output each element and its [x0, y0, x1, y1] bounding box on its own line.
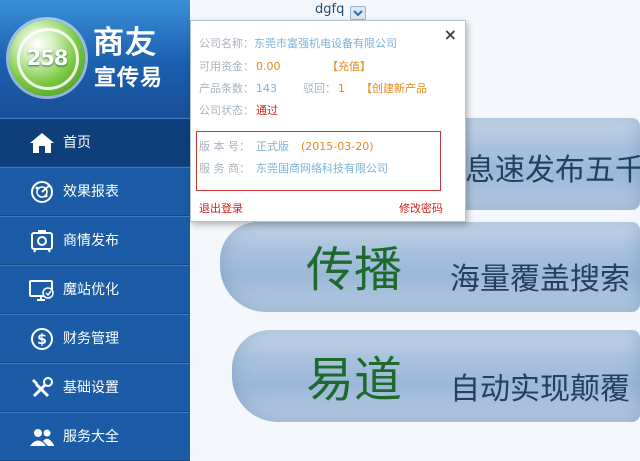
sidebar-item-home[interactable]: 首页 — [0, 118, 190, 167]
sidebar-item-label: 基础设置 — [63, 380, 119, 396]
company-value: 东莞市富强机电设备有限公司 — [254, 37, 397, 50]
banner-headline: 传播 — [306, 242, 403, 298]
status-row: 公司状态： 通过 — [199, 104, 278, 118]
service-row: 服 务 商： 东莞国商网络科技有限公司 — [199, 162, 388, 176]
sidebar-item-settings[interactable]: 基础设置 — [0, 363, 190, 412]
logout-link[interactable]: 退出登录 — [199, 202, 243, 216]
service-label: 服 务 商： — [199, 162, 250, 175]
sidebar-item-reports[interactable]: 效果报表 — [0, 167, 190, 216]
products-row: 产品条数： 143 — [199, 82, 277, 96]
company-label: 公司名称： — [199, 37, 254, 50]
funds-value: 0.00 — [256, 60, 281, 73]
rejected-value: 1 — [338, 82, 345, 95]
service-value: 东莞国商网络科技有限公司 — [256, 162, 388, 175]
logo-subtitle: 宣传易 — [94, 65, 164, 91]
logo-number: 258 — [26, 46, 69, 70]
logo-title: 商友 — [93, 25, 157, 61]
brand-logo[interactable]: 258 商友 宣传易 — [0, 0, 190, 117]
banner-headline: 易道 — [306, 352, 403, 408]
banner-slogan: 息速发布五千 — [465, 153, 640, 188]
status-value: 通过 — [256, 104, 278, 117]
recharge-link[interactable]: 【充值】 — [327, 60, 371, 74]
company-row: 公司名称：东莞市富强机电设备有限公司 — [199, 37, 397, 51]
status-label: 公司状态： — [199, 104, 254, 117]
funds-label: 可用资金： — [199, 60, 254, 73]
users-icon — [30, 429, 54, 446]
rejected-label: 驳回： — [303, 82, 336, 95]
sidebar-item-services[interactable]: 服务大全 — [0, 412, 190, 461]
username-label[interactable]: dgfq — [315, 2, 344, 17]
version-value: 正式版 — [256, 140, 289, 153]
sidebar-item-label: 首页 — [63, 135, 91, 151]
funds-row: 可用资金： 0.00 — [199, 60, 281, 74]
sidebar-item-publish[interactable]: 商情发布 — [0, 216, 190, 265]
products-value: 143 — [256, 82, 277, 95]
dollar-icon: $ — [31, 328, 53, 350]
sidebar-item-label: 商情发布 — [63, 233, 119, 249]
sidebar-item-label: 财务管理 — [63, 331, 119, 347]
version-label: 版 本 号： — [199, 140, 250, 153]
version-row: 版 本 号： 正式版 (2015-03-20) — [199, 140, 374, 154]
monitor-icon — [29, 280, 54, 301]
svg-text:$: $ — [37, 332, 47, 348]
rejected-row: 驳回： 1 — [303, 82, 345, 96]
account-popup: × 公司名称：东莞市富强机电设备有限公司 可用资金： 0.00 【充值】 产品条数… — [190, 20, 466, 222]
sidebar: 258 商友 宣传易 首页 效果报表 商情发布 魔站优化 $ 财务管理 基础设置… — [0, 0, 190, 461]
logo-emblem: 258 — [9, 20, 85, 96]
products-label: 产品条数： — [199, 82, 254, 95]
sidebar-item-finance[interactable]: $ 财务管理 — [0, 314, 190, 363]
sidebar-item-label: 魔站优化 — [63, 282, 119, 298]
sidebar-item-site-optimize[interactable]: 魔站优化 — [0, 265, 190, 314]
radar-icon — [31, 181, 53, 203]
create-product-link[interactable]: 【创建新产品 — [361, 82, 427, 96]
banner-slogan: 海量覆盖搜索 — [450, 262, 630, 297]
user-menu-toggle[interactable] — [350, 6, 366, 20]
version-date: (2015-03-20) — [301, 140, 374, 153]
publish-icon — [31, 230, 53, 253]
sidebar-item-label: 服务大全 — [63, 429, 119, 445]
change-password-link[interactable]: 修改密码 — [399, 202, 443, 216]
close-icon[interactable]: × — [444, 27, 457, 43]
sidebar-nav: 首页 效果报表 商情发布 魔站优化 $ 财务管理 基础设置 服务大全 — [0, 118, 190, 461]
home-icon — [30, 133, 54, 153]
banner-slogan: 自动实现颠覆 — [450, 372, 630, 407]
tools-icon — [32, 377, 53, 398]
sidebar-item-label: 效果报表 — [63, 184, 119, 200]
chevron-down-icon — [353, 10, 363, 17]
